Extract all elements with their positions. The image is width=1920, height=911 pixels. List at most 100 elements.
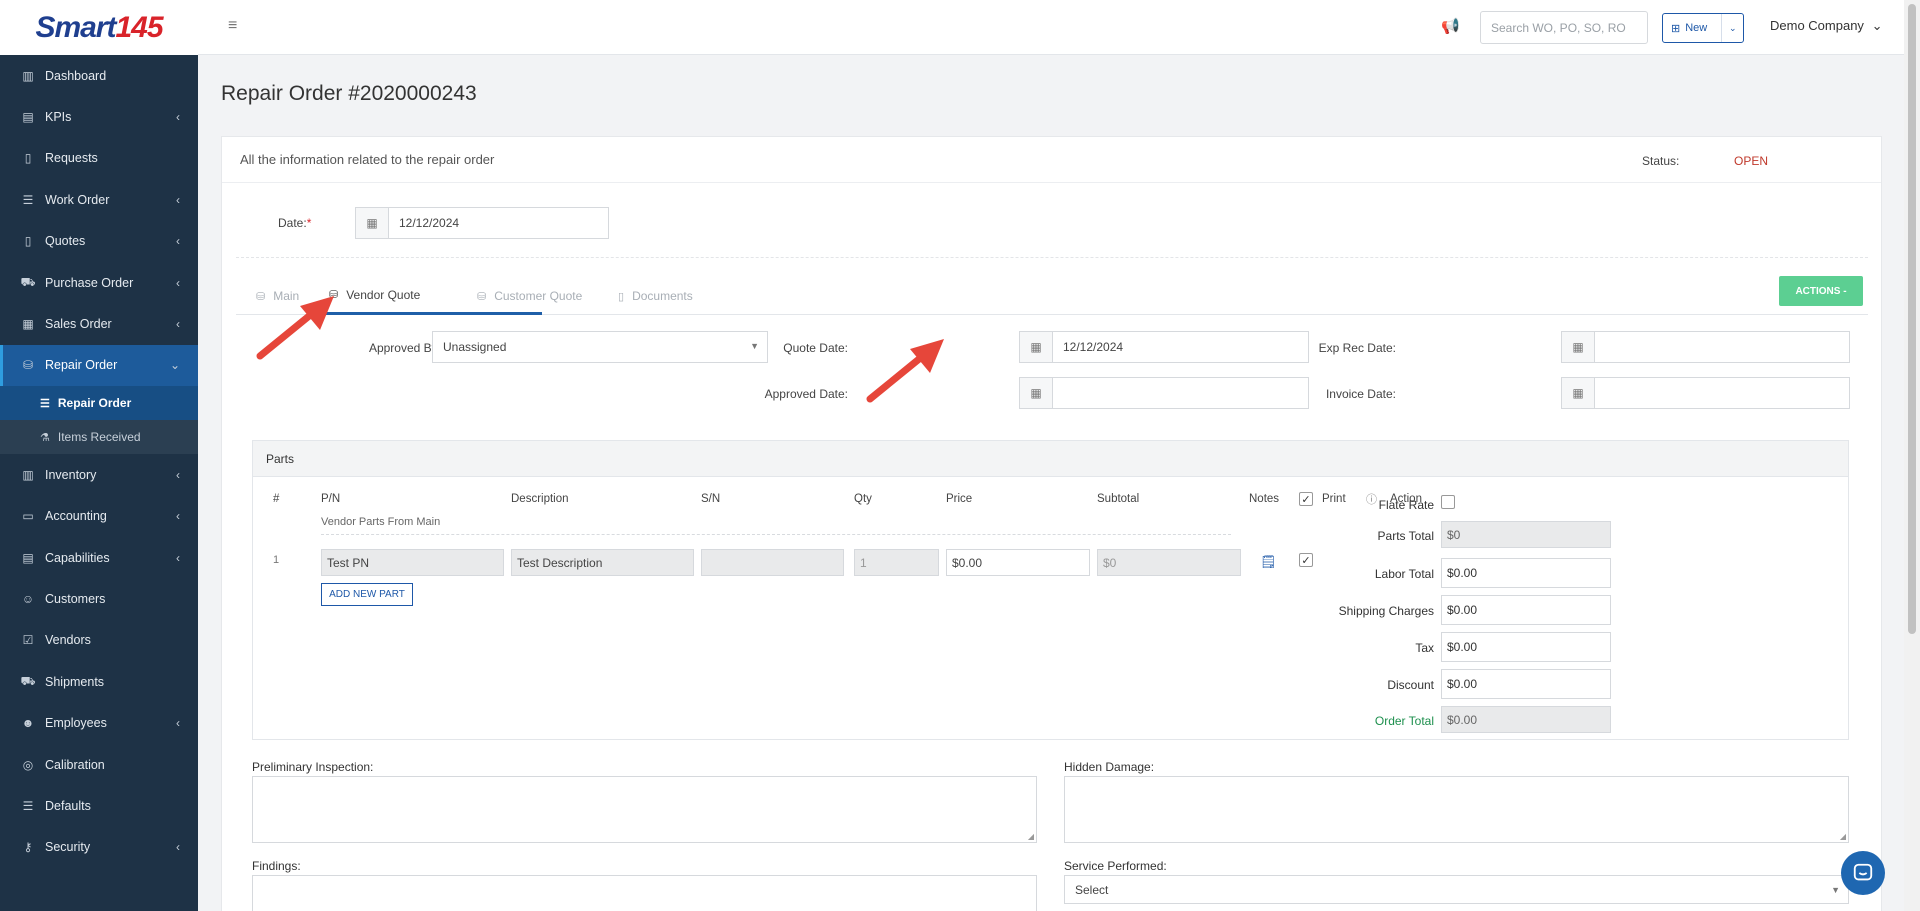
sidebar-item-label: Vendors xyxy=(45,633,91,648)
sidebar-item-defaults[interactable]: ☰ Defaults xyxy=(0,785,198,826)
service-performed-value: Select xyxy=(1075,882,1109,897)
sidebar-item-calibration[interactable]: ◎ Calibration xyxy=(0,744,198,785)
parts-panel-title: Parts xyxy=(253,441,1848,477)
page-scrollbar[interactable] xyxy=(1904,0,1920,911)
sidebar-item-purchase-order[interactable]: ⛟ Purchase Order ‹ xyxy=(0,262,198,303)
labor-total-field[interactable]: $0.00 xyxy=(1441,558,1611,588)
column-header-num: # xyxy=(273,493,280,505)
page-title: Repair Order #2020000243 xyxy=(221,82,477,105)
calendar-icon[interactable]: ▦ xyxy=(1562,332,1595,362)
hidden-damage-textarea[interactable]: ◢ xyxy=(1064,776,1849,843)
sidebar-item-repair-order[interactable]: ⛁ Repair Order ⌄ xyxy=(0,344,198,387)
megaphone-icon[interactable]: 📢 xyxy=(1441,17,1460,35)
tab-documents[interactable]: ▯ Documents xyxy=(618,277,693,315)
sidebar-item-label: Purchase Order xyxy=(45,275,134,290)
sidebar-item-label: Capabilities xyxy=(45,550,110,565)
exp-rec-date-label: Exp Rec Date: xyxy=(1318,341,1396,355)
sidebar-subitem-repair-order[interactable]: ☰ Repair Order xyxy=(0,386,198,421)
pn-field[interactable]: Test PN xyxy=(321,549,504,576)
vendors-icon: ☑ xyxy=(22,633,34,648)
app-logo[interactable]: Smart145 xyxy=(0,0,198,55)
register-icon: ▦ xyxy=(22,317,34,332)
date-field[interactable]: ▦ 12/12/2024 xyxy=(355,207,609,239)
topbar: ≡ 📢 ⊞ New ⌄ Demo Company ⌄ xyxy=(198,0,1904,55)
search-input[interactable] xyxy=(1480,11,1648,44)
logo-text: Smart xyxy=(35,10,116,44)
resize-grip-icon[interactable]: ◢ xyxy=(1028,832,1034,841)
sidebar-item-dashboard[interactable]: ▥ Dashboard xyxy=(0,55,198,96)
column-header-price: Price xyxy=(946,493,973,505)
findings-textarea[interactable] xyxy=(252,875,1037,911)
chevron-left-icon: ‹ xyxy=(176,234,180,249)
sidebar-item-work-order[interactable]: ☰ Work Order ‹ xyxy=(0,179,198,220)
new-button-label: New xyxy=(1685,22,1708,34)
chevron-left-icon: ‹ xyxy=(176,716,180,731)
accounting-icon: ▭ xyxy=(22,509,34,524)
chevron-down-icon: ⌄ xyxy=(169,358,180,373)
actions-button[interactable]: ACTIONS - xyxy=(1779,276,1863,306)
sidebar-item-capabilities[interactable]: ▤ Capabilities ‹ xyxy=(0,537,198,578)
sidebar-item-quotes[interactable]: ▯ Quotes ‹ xyxy=(0,221,198,262)
sn-field[interactable] xyxy=(701,549,844,576)
service-performed-select[interactable]: Select ▼ xyxy=(1064,875,1849,904)
company-selector[interactable]: Demo Company ⌄ xyxy=(1770,18,1882,34)
invoice-date-field[interactable]: ▦ xyxy=(1561,377,1850,409)
sidebar-item-shipments[interactable]: ⛟ Shipments xyxy=(0,661,198,702)
discount-field[interactable]: $0.00 xyxy=(1441,669,1611,699)
list-icon: ☰ xyxy=(40,397,50,410)
menu-toggle-icon[interactable]: ≡ xyxy=(228,17,237,35)
qty-field[interactable]: 1 xyxy=(854,549,939,576)
cart-icon: ⛟ xyxy=(20,274,36,289)
sidebar-item-vendors[interactable]: ☑ Vendors xyxy=(0,620,198,661)
column-header-description: Description xyxy=(511,493,569,505)
tax-field[interactable]: $0.00 xyxy=(1441,632,1611,662)
tab-label: Vendor Quote xyxy=(346,287,421,302)
calendar-icon[interactable]: ▦ xyxy=(1020,378,1053,408)
add-new-part-button[interactable]: ADD NEW PART xyxy=(321,583,413,606)
sidebar-item-inventory[interactable]: ▥ Inventory ‹ xyxy=(0,454,198,495)
sidebar-item-customers[interactable]: ☺ Customers xyxy=(0,578,198,619)
tab-customer-quote[interactable]: ⛁ Customer Quote xyxy=(477,277,582,315)
row-number: 1 xyxy=(273,554,280,566)
sidebar-item-security[interactable]: ⚷ Security ‹ xyxy=(0,827,198,868)
repair-order-card: All the information related to the repai… xyxy=(221,136,1882,911)
status-label: Status: xyxy=(1642,154,1680,168)
order-total-field: $0.00 xyxy=(1441,706,1611,733)
defaults-icon: ☰ xyxy=(22,798,34,813)
sidebar-subitem-items-received[interactable]: ⚗ Items Received xyxy=(0,420,198,455)
flat-rate-label: Flate Rate xyxy=(1378,498,1434,512)
scrollbar-thumb[interactable] xyxy=(1908,4,1916,634)
calendar-icon[interactable]: ▦ xyxy=(1562,378,1595,408)
sidebar-item-requests[interactable]: ▯ Requests xyxy=(0,138,198,179)
preliminary-inspection-textarea[interactable]: ◢ xyxy=(252,776,1037,843)
price-field[interactable]: $0.00 xyxy=(946,549,1090,576)
sidebar-item-label: Items Received xyxy=(57,430,141,445)
sidebar-item-label: Repair Order xyxy=(57,396,132,411)
key-icon: ⚷ xyxy=(23,840,33,855)
sidebar-item-kpis[interactable]: ▤ KPIs ‹ xyxy=(0,96,198,137)
sidebar-item-label: Sales Order xyxy=(45,317,112,332)
chat-button[interactable] xyxy=(1841,851,1885,895)
invoice-date-label: Invoice Date: xyxy=(1325,387,1396,401)
shipping-charges-field[interactable]: $0.00 xyxy=(1441,595,1611,625)
sidebar-item-label: Customers xyxy=(45,591,106,606)
exp-rec-date-field[interactable]: ▦ xyxy=(1561,331,1850,363)
resize-grip-icon[interactable]: ◢ xyxy=(1840,832,1846,841)
date-label: Date:* xyxy=(278,216,311,230)
sidebar-item-sales-order[interactable]: ▦ Sales Order ‹ xyxy=(0,303,198,344)
print-row-checkbox[interactable]: ✓ xyxy=(1299,553,1313,567)
company-name: Demo Company xyxy=(1770,18,1864,33)
date-value: 12/12/2024 xyxy=(399,216,460,230)
sidebar-item-accounting[interactable]: ▭ Accounting ‹ xyxy=(0,496,198,537)
annotation-arrow-icon xyxy=(256,296,334,360)
calibration-icon: ◎ xyxy=(22,757,34,772)
section-divider xyxy=(236,257,1868,258)
flat-rate-checkbox[interactable] xyxy=(1441,495,1455,509)
chevron-left-icon: ‹ xyxy=(176,192,180,207)
sidebar-item-employees[interactable]: ☻ Employees ‹ xyxy=(0,702,198,743)
calendar-icon[interactable]: ▦ xyxy=(1020,332,1053,362)
calendar-icon[interactable]: ▦ xyxy=(356,208,389,238)
new-button[interactable]: ⊞ New ⌄ xyxy=(1662,13,1744,43)
description-field[interactable]: Test Description xyxy=(511,549,694,576)
tax-label: Tax xyxy=(1415,641,1434,655)
